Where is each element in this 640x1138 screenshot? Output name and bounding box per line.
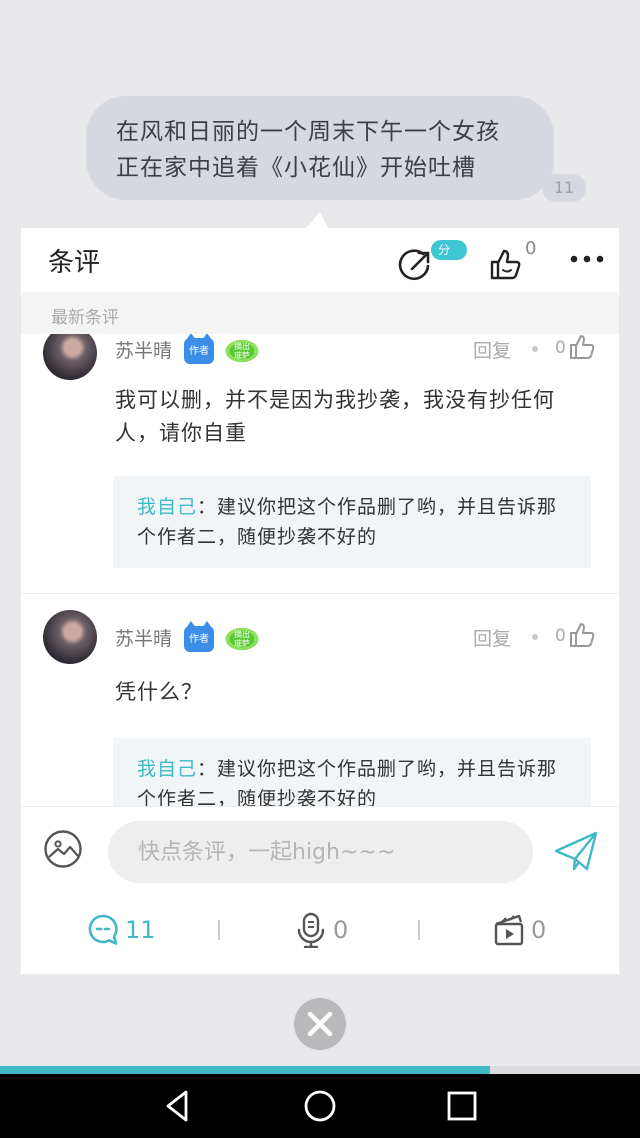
comment-like-count: 0	[555, 626, 566, 646]
quoted-reply[interactable]: 我自己：建议你把这个作品删了哟，并且告诉那个作者二，随便抄袭不好的	[113, 738, 591, 806]
clapperboard-icon	[494, 914, 524, 946]
panel-title: 条评	[48, 248, 101, 278]
comment-text: 凭什么？	[115, 680, 203, 704]
back-icon[interactable]	[160, 1088, 196, 1124]
reply-button[interactable]: 回复	[473, 624, 511, 651]
send-icon[interactable]	[553, 829, 599, 873]
avatar[interactable]	[43, 610, 97, 664]
close-button[interactable]	[294, 998, 346, 1050]
reply-text: ：建议你把这个作品删了哟，并且告诉那个作者二，随便抄袭不好的	[137, 496, 558, 548]
reply-author[interactable]: 我自己	[137, 758, 197, 780]
more-icon	[570, 255, 604, 263]
panel-header: 条评 分享 0	[21, 228, 619, 292]
progress-fill	[0, 1066, 490, 1074]
thumbs-up-icon[interactable]	[567, 334, 597, 362]
home-icon[interactable]	[302, 1088, 338, 1124]
video-stat[interactable]: 0	[493, 912, 573, 952]
separator-dot	[532, 634, 538, 640]
level-badge: 摘出 璀萨	[223, 338, 261, 364]
section-header: 最新条评	[21, 292, 619, 334]
comment-text: 我可以删，并不是因为我抄袭，我没有抄任何人，请你自重	[115, 388, 555, 445]
image-icon[interactable]	[43, 829, 83, 869]
chat-bubble-icon	[88, 914, 118, 945]
quote-comment-count[interactable]: 11	[542, 174, 586, 202]
microphone-icon	[297, 912, 325, 948]
author-badge: 作者	[184, 621, 214, 652]
level-badge: 摘出 璀萨	[223, 626, 261, 652]
video-count: 0	[531, 916, 547, 944]
divider	[218, 920, 220, 940]
quote-bubble[interactable]: 在风和日丽的一个周末下午一个女孩 正在家中追着《小花仙》开始吐槽	[86, 96, 554, 200]
thumbs-up-icon	[490, 249, 521, 280]
username[interactable]: 苏半晴	[115, 336, 172, 363]
reply-author[interactable]: 我自己	[137, 496, 197, 518]
progress-bar	[0, 1066, 640, 1074]
comment-input[interactable]	[108, 821, 533, 883]
stats-bar: 11 0 0	[21, 896, 619, 974]
comment-list[interactable]: 苏半晴 作者 摘出 璀萨 回复 0 我可以删，并不是因为我抄袭，我没有抄任何人，…	[21, 334, 619, 806]
comment-panel: 条评 分享 0 最新条评 苏半晴 作者 摘出 璀萨 回复 0 我可以删，并不是因…	[21, 228, 619, 974]
like-button[interactable]: 0	[487, 238, 547, 284]
comment-stat[interactable]: 11	[87, 912, 167, 952]
more-button[interactable]	[569, 246, 605, 272]
comment-item: 苏半晴 作者 摘出 璀萨 回复 0 我可以删，并不是因为我抄袭，我没有抄任何人，…	[21, 334, 619, 598]
reply-button[interactable]: 回复	[473, 336, 511, 363]
comment-item: 苏半晴 作者 摘出 璀萨 回复 0 凭什么？ 我自己：建议你把这个作品删了哟，并…	[21, 594, 619, 806]
voice-stat[interactable]: 0	[295, 912, 375, 952]
reply-text: ：建议你把这个作品删了哟，并且告诉那个作者二，随便抄袭不好的	[137, 758, 558, 806]
author-badge: 作者	[184, 334, 214, 364]
comment-count: 11	[125, 916, 156, 944]
divider	[418, 920, 420, 940]
quote-line-1: 在风和日丽的一个周末下午一个女孩	[116, 119, 500, 145]
comment-like-count: 0	[555, 338, 566, 358]
close-icon	[307, 1011, 333, 1037]
separator-dot	[532, 346, 538, 352]
share-badge: 分享	[431, 240, 467, 277]
avatar[interactable]	[43, 334, 97, 380]
username[interactable]: 苏半晴	[115, 624, 172, 651]
thumbs-up-icon[interactable]	[567, 620, 597, 650]
quoted-reply[interactable]: 我自己：建议你把这个作品删了哟，并且告诉那个作者二，随便抄袭不好的	[113, 476, 591, 568]
voice-count: 0	[333, 916, 349, 944]
quote-line-2: 正在家中追着《小花仙》开始吐槽	[116, 155, 476, 181]
share-icon	[398, 249, 430, 281]
like-count: 0	[525, 238, 537, 259]
share-button[interactable]: 分享	[397, 240, 467, 286]
system-nav-bar	[0, 1074, 640, 1138]
bubble-pointer	[306, 212, 328, 228]
recents-icon[interactable]	[444, 1088, 480, 1124]
comment-input-bar	[21, 806, 619, 896]
